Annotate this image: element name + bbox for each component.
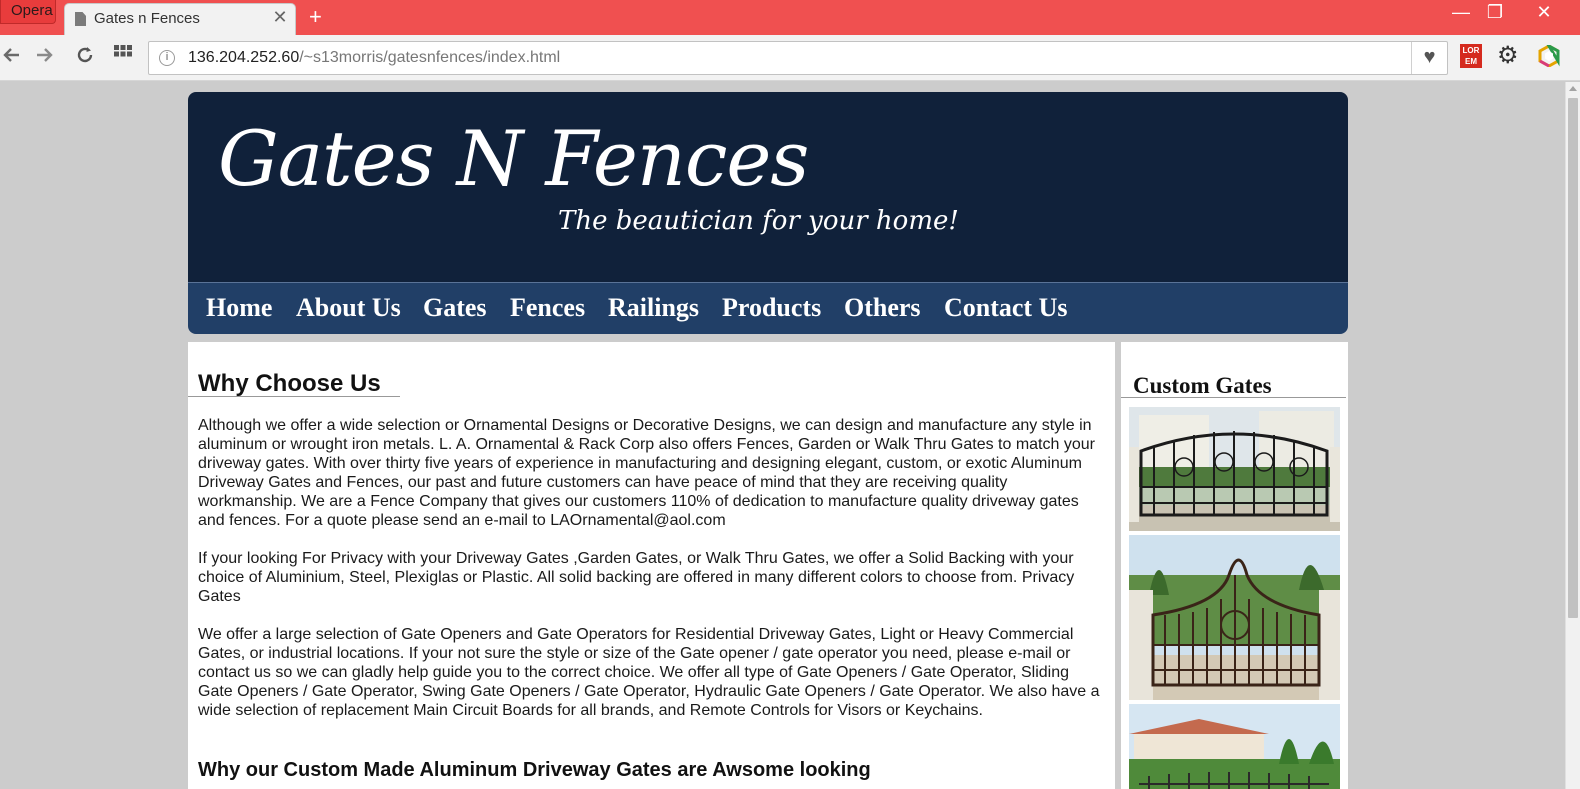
minimize-window-button[interactable]: — xyxy=(1443,0,1479,26)
reload-icon[interactable] xyxy=(73,45,97,69)
site-nav: Home About Us Gates Fences Railings Prod… xyxy=(188,282,1348,334)
gate-photo-3[interactable] xyxy=(1129,704,1340,789)
address-bar[interactable]: i 136.204.252.60/~s13morris/gatesnfences… xyxy=(148,41,1448,75)
page-icon xyxy=(75,12,86,26)
speed-dial-grid-icon[interactable] xyxy=(111,45,135,69)
page-viewport: Gates N Fences The beautician for your h… xyxy=(0,82,1565,789)
forward-arrow-icon[interactable] xyxy=(32,45,56,69)
paragraph-privacy: If your looking For Privacy with your Dr… xyxy=(198,550,1075,605)
opera-menu-button[interactable]: Opera xyxy=(0,0,56,24)
scroll-up-arrow-icon[interactable] xyxy=(1569,86,1577,91)
heart-icon[interactable]: ♥ xyxy=(1411,42,1447,74)
browser-tab[interactable]: Gates n Fences ✕ xyxy=(64,3,296,35)
nav-gates[interactable]: Gates xyxy=(423,293,487,323)
main-content: Why Choose Us Although we offer a wide s… xyxy=(188,342,1115,789)
sidebar-heading-underline xyxy=(1121,397,1346,398)
close-tab-icon[interactable]: ✕ xyxy=(271,7,289,27)
close-window-button[interactable]: ✕ xyxy=(1526,0,1562,26)
nav-about-us[interactable]: About Us xyxy=(296,293,401,323)
back-arrow-icon[interactable] xyxy=(0,45,24,69)
new-tab-button[interactable]: + xyxy=(309,4,322,30)
lorem-ipsum-extension-icon[interactable]: LOR EM xyxy=(1460,44,1482,68)
site-info-icon[interactable]: i xyxy=(159,50,175,66)
sidebar-heading: Custom Gates xyxy=(1133,373,1272,398)
browser-toolbar: i 136.204.252.60/~s13morris/gatesnfences… xyxy=(0,35,1580,81)
paragraph-openers: We offer a large selection of Gate Opene… xyxy=(198,626,1100,719)
section-heading: Why Choose Us xyxy=(198,370,381,397)
browser-titlebar: Opera Gates n Fences ✕ + — ❐ ✕ xyxy=(0,0,1580,35)
paragraph-intro: Although we offer a wide selection or Or… xyxy=(198,417,1095,529)
color-hexagon-extension-icon[interactable] xyxy=(1538,41,1560,68)
restore-window-button[interactable]: ❐ xyxy=(1477,0,1513,26)
heading-underline xyxy=(188,396,400,397)
gate-photo-1[interactable] xyxy=(1129,407,1340,531)
nav-home[interactable]: Home xyxy=(206,293,272,323)
nav-contact-us[interactable]: Contact Us xyxy=(944,293,1068,323)
url-text[interactable]: 136.204.252.60/~s13morris/gatesnfences/i… xyxy=(188,49,560,67)
site-logo-tagline: The beautician for your home! xyxy=(558,206,959,236)
nav-products[interactable]: Products xyxy=(722,293,821,323)
tab-title: Gates n Fences xyxy=(94,10,200,27)
nav-others[interactable]: Others xyxy=(844,293,921,323)
section-subheading: Why our Custom Made Aluminum Driveway Ga… xyxy=(198,759,871,781)
scrollbar-thumb[interactable] xyxy=(1568,98,1578,618)
nav-railings[interactable]: Railings xyxy=(608,293,699,323)
sidebar: Custom Gates xyxy=(1121,342,1348,789)
site-header: Gates N Fences The beautician for your h… xyxy=(188,92,1348,282)
gear-icon[interactable]: ⚙ xyxy=(1497,43,1519,69)
gate-photo-2[interactable] xyxy=(1129,535,1340,700)
site-logo-title[interactable]: Gates N Fences xyxy=(218,114,809,203)
nav-fences[interactable]: Fences xyxy=(510,293,585,323)
page-scrollbar[interactable] xyxy=(1565,82,1580,789)
